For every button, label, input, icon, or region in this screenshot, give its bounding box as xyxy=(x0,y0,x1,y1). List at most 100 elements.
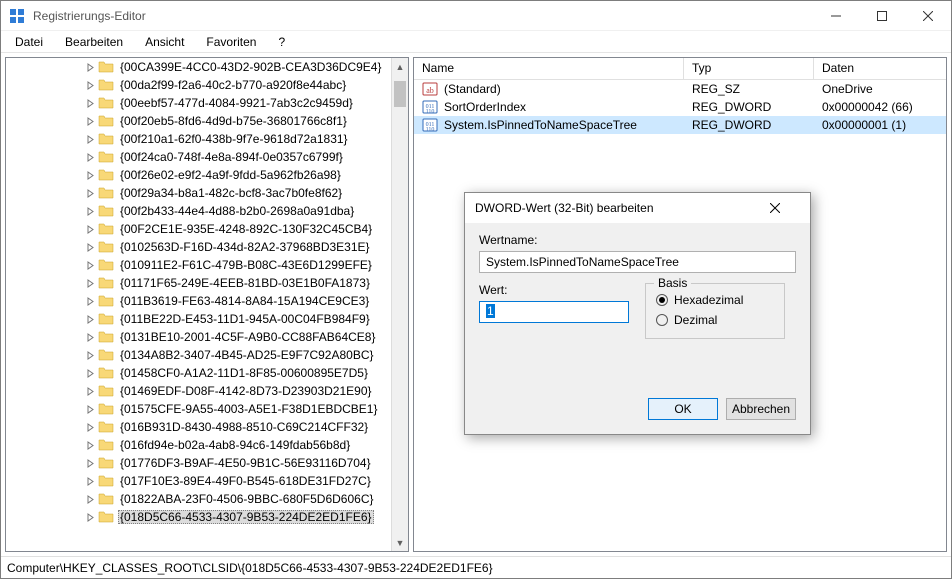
expander-icon[interactable] xyxy=(82,207,98,216)
folder-icon xyxy=(98,77,114,93)
tree-item[interactable]: {00F2CE1E-935E-4248-892C-130F32C45CB4} xyxy=(6,220,391,238)
folder-icon xyxy=(98,185,114,201)
expander-icon[interactable] xyxy=(82,99,98,108)
radio-dec-label: Dezimal xyxy=(674,313,717,327)
folder-icon xyxy=(98,59,114,75)
expander-icon[interactable] xyxy=(82,135,98,144)
tree-item-label: {018D5C66-4533-4307-9B53-224DE2ED1FE6} xyxy=(118,510,374,524)
tree-item[interactable]: {016B931D-8430-4988-8510-C69C214CFF32} xyxy=(6,418,391,436)
expander-icon[interactable] xyxy=(82,171,98,180)
tree-item[interactable]: {00f26e02-e9f2-4a9f-9fdd-5a962fb26a98} xyxy=(6,166,391,184)
tree-item[interactable]: {011B3619-FE63-4814-8A84-15A194CE9CE3} xyxy=(6,292,391,310)
expander-icon[interactable] xyxy=(82,351,98,360)
tree-item[interactable]: {010911E2-F61C-479B-B08C-43E6D1299EFE} xyxy=(6,256,391,274)
expander-icon[interactable] xyxy=(82,495,98,504)
expander-icon[interactable] xyxy=(82,477,98,486)
expander-icon[interactable] xyxy=(82,387,98,396)
expander-icon[interactable] xyxy=(82,441,98,450)
tree-item[interactable]: {0131BE10-2001-4C5F-A9B0-CC88FAB64CE8} xyxy=(6,328,391,346)
list-row[interactable]: 011110SortOrderIndexREG_DWORD0x00000042 … xyxy=(414,98,946,116)
radio-dec[interactable]: Dezimal xyxy=(656,310,774,330)
window-title: Registrierungs-Editor xyxy=(33,9,146,23)
value-name-label: Wertname: xyxy=(479,233,796,247)
tree-item-label: {01458CF0-A1A2-11D1-8F85-00600895E7D5} xyxy=(118,366,370,380)
tree-item[interactable]: {01469EDF-D08F-4142-8D73-D23903D21E90} xyxy=(6,382,391,400)
expander-icon[interactable] xyxy=(82,369,98,378)
ok-button[interactable]: OK xyxy=(648,398,718,420)
menu-view[interactable]: Ansicht xyxy=(135,33,194,51)
tree-item-label: {016fd94e-b02a-4ab8-94c6-149fdab56b8d} xyxy=(118,438,352,452)
expander-icon[interactable] xyxy=(82,153,98,162)
tree-item[interactable]: {00f29a34-b8a1-482c-bcf8-3ac7b0fe8f62} xyxy=(6,184,391,202)
menu-file[interactable]: Datei xyxy=(5,33,53,51)
expander-icon[interactable] xyxy=(82,279,98,288)
tree-item[interactable]: {01575CFE-9A55-4003-A5E1-F38D1EBDCBE1} xyxy=(6,400,391,418)
menu-favorites[interactable]: Favoriten xyxy=(196,33,266,51)
folder-icon xyxy=(98,221,114,237)
tree-item[interactable]: {00eebf57-477d-4084-9921-7ab3c2c9459d} xyxy=(6,94,391,112)
tree-pane[interactable]: {00CA399E-4CC0-43D2-902B-CEA3D36DC9E4} {0… xyxy=(5,57,409,552)
menu-edit[interactable]: Bearbeiten xyxy=(55,33,133,51)
tree-item[interactable]: {011BE22D-E453-11D1-945A-00C04FB984F9} xyxy=(6,310,391,328)
tree-item[interactable]: {01776DF3-B9AF-4E50-9B1C-56E93116D704} xyxy=(6,454,391,472)
expander-icon[interactable] xyxy=(82,117,98,126)
expander-icon[interactable] xyxy=(82,315,98,324)
expander-icon[interactable] xyxy=(82,261,98,270)
cancel-button[interactable]: Abbrechen xyxy=(726,398,796,420)
tree-item[interactable]: {0134A8B2-3407-4B45-AD25-E9F7C92A80BC} xyxy=(6,346,391,364)
scroll-up-icon[interactable]: ▲ xyxy=(392,58,408,75)
dialog-title-bar[interactable]: DWORD-Wert (32-Bit) bearbeiten xyxy=(465,193,810,223)
tree-item[interactable]: {00da2f99-f2a6-40c2-b770-a920f8e44abc} xyxy=(6,76,391,94)
tree-item[interactable]: {01822ABA-23F0-4506-9BBC-680F5D6D606C} xyxy=(6,490,391,508)
folder-icon xyxy=(98,95,114,111)
maximize-button[interactable] xyxy=(859,1,905,31)
tree-item[interactable]: {01171F65-249E-4EEB-81BD-03E1B0FA1873} xyxy=(6,274,391,292)
tree-item-label: {00F2CE1E-935E-4248-892C-130F32C45CB4} xyxy=(118,222,374,236)
tree-item[interactable]: {017F10E3-89E4-49F0-B545-618DE31FD27C} xyxy=(6,472,391,490)
expander-icon[interactable] xyxy=(82,333,98,342)
tree-item[interactable]: {0102563D-F16D-434d-82A2-37968BD3E31E} xyxy=(6,238,391,256)
expander-icon[interactable] xyxy=(82,405,98,414)
tree-item[interactable]: {00f2b433-44e4-4d88-b2b0-2698a0a91dba} xyxy=(6,202,391,220)
col-header-data[interactable]: Daten xyxy=(814,58,946,79)
tree-item[interactable]: {00f210a1-62f0-438b-9f7e-9618d72a1831} xyxy=(6,130,391,148)
expander-icon[interactable] xyxy=(82,459,98,468)
tree-item-label: {00f20eb5-8fd6-4d9d-b75e-36801766c8f1} xyxy=(118,114,349,128)
expander-icon[interactable] xyxy=(82,189,98,198)
expander-icon[interactable] xyxy=(82,225,98,234)
expander-icon[interactable] xyxy=(82,63,98,72)
minimize-button[interactable] xyxy=(813,1,859,31)
expander-icon[interactable] xyxy=(82,297,98,306)
tree-item[interactable]: {018D5C66-4533-4307-9B53-224DE2ED1FE6} xyxy=(6,508,391,526)
col-header-name[interactable]: Name xyxy=(414,58,684,79)
expander-icon[interactable] xyxy=(82,513,98,522)
value-type: REG_DWORD xyxy=(684,100,814,114)
value-type: REG_SZ xyxy=(684,82,814,96)
expander-icon[interactable] xyxy=(82,81,98,90)
dialog-close-button[interactable] xyxy=(770,203,800,213)
folder-icon xyxy=(98,437,114,453)
list-row[interactable]: 011110System.IsPinnedToNameSpaceTreeREG_… xyxy=(414,116,946,134)
list-row[interactable]: ab(Standard)REG_SZOneDrive xyxy=(414,80,946,98)
folder-icon xyxy=(98,383,114,399)
value-name-field[interactable]: System.IsPinnedToNameSpaceTree xyxy=(479,251,796,273)
tree-item[interactable]: {00f24ca0-748f-4e8a-894f-0e0357c6799f} xyxy=(6,148,391,166)
expander-icon[interactable] xyxy=(82,243,98,252)
app-icon xyxy=(9,8,25,24)
tree-item[interactable]: {00CA399E-4CC0-43D2-902B-CEA3D36DC9E4} xyxy=(6,58,391,76)
menu-help[interactable]: ? xyxy=(268,33,295,51)
tree-item[interactable]: {00f20eb5-8fd6-4d9d-b75e-36801766c8f1} xyxy=(6,112,391,130)
radio-hex[interactable]: Hexadezimal xyxy=(656,290,774,310)
tree-item-label: {00CA399E-4CC0-43D2-902B-CEA3D36DC9E4} xyxy=(118,60,383,74)
expander-icon[interactable] xyxy=(82,423,98,432)
col-header-type[interactable]: Typ xyxy=(684,58,814,79)
scroll-thumb[interactable] xyxy=(394,81,406,107)
tree-item[interactable]: {016fd94e-b02a-4ab8-94c6-149fdab56b8d} xyxy=(6,436,391,454)
scroll-down-icon[interactable]: ▼ xyxy=(392,534,408,551)
close-button[interactable] xyxy=(905,1,951,31)
tree-item[interactable]: {01458CF0-A1A2-11D1-8F85-00600895E7D5} xyxy=(6,364,391,382)
value-data-field[interactable]: 1 xyxy=(479,301,629,323)
tree-item-label: {00f210a1-62f0-438b-9f7e-9618d72a1831} xyxy=(118,132,350,146)
tree-item-label: {01469EDF-D08F-4142-8D73-D23903D21E90} xyxy=(118,384,374,398)
tree-scrollbar[interactable]: ▲ ▼ xyxy=(391,58,408,551)
